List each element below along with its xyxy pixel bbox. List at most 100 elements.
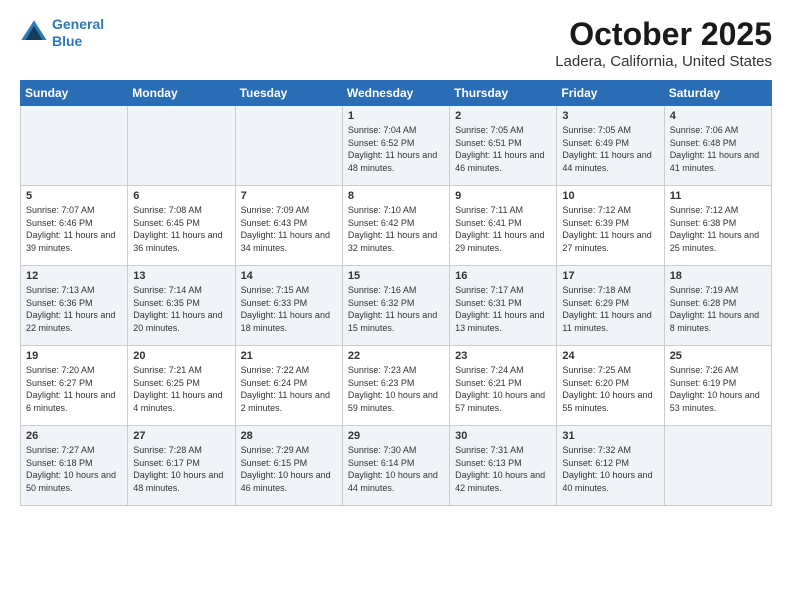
col-thursday: Thursday — [450, 81, 557, 106]
calendar-week-5: 26 Sunrise: 7:27 AM Sunset: 6:18 PM Dayli… — [21, 426, 772, 506]
day-number: 7 — [241, 190, 337, 202]
calendar-cell: 2Sunrise: 7:05 AM Sunset: 6:51 PM Daylig… — [450, 106, 557, 186]
calendar-cell — [21, 106, 128, 186]
calendar-cell: 9 Sunrise: 7:11 AM Sunset: 6:41 PM Daylig… — [450, 186, 557, 266]
day-number: 29 — [348, 430, 444, 442]
day-number: 6 — [133, 190, 229, 202]
calendar-cell — [664, 426, 771, 506]
logo: General Blue — [20, 16, 104, 50]
day-number: 8 — [348, 190, 444, 202]
calendar-cell — [235, 106, 342, 186]
day-info: Sunrise: 7:17 AM Sunset: 6:31 PM Dayligh… — [455, 284, 551, 334]
day-info: Sunrise: 7:25 AM Sunset: 6:20 PM Dayligh… — [562, 364, 658, 414]
day-number: 3 — [562, 110, 658, 122]
day-number: 26 — [26, 430, 122, 442]
col-wednesday: Wednesday — [342, 81, 449, 106]
calendar-cell: 29 Sunrise: 7:30 AM Sunset: 6:14 PM Dayli… — [342, 426, 449, 506]
page-container: General Blue October 2025 Ladera, Califo… — [0, 0, 792, 516]
calendar-cell: 1 Sunrise: 7:04 AM Sunset: 6:52 PM Daylig… — [342, 106, 449, 186]
calendar-cell: 6Sunrise: 7:08 AM Sunset: 6:45 PM Daylig… — [128, 186, 235, 266]
day-info: Sunrise: 7:20 AM Sunset: 6:27 PM Dayligh… — [26, 364, 122, 414]
calendar-week-4: 19 Sunrise: 7:20 AM Sunset: 6:27 PM Dayli… — [21, 346, 772, 426]
day-info: Sunrise: 7:27 AM Sunset: 6:18 PM Dayligh… — [26, 444, 122, 494]
calendar-cell — [128, 106, 235, 186]
day-info: Sunrise: 7:19 AM Sunset: 6:28 PM Dayligh… — [670, 284, 766, 334]
day-number: 23 — [455, 350, 551, 362]
day-number: 14 — [241, 270, 337, 282]
day-info: Sunrise: 7:09 AM Sunset: 6:43 PM Dayligh… — [241, 204, 337, 254]
day-number: 9 — [455, 190, 551, 202]
day-info: Sunrise: 7:12 AM Sunset: 6:38 PM Dayligh… — [670, 204, 766, 254]
day-info: Sunrise: 7:31 AM Sunset: 6:13 PM Dayligh… — [455, 444, 551, 494]
calendar-cell: 20Sunrise: 7:21 AM Sunset: 6:25 PM Dayli… — [128, 346, 235, 426]
day-info: Sunrise: 7:24 AM Sunset: 6:21 PM Dayligh… — [455, 364, 551, 414]
calendar-cell: 12 Sunrise: 7:13 AM Sunset: 6:36 PM Dayli… — [21, 266, 128, 346]
calendar-table: Sunday Monday Tuesday Wednesday Thursday… — [20, 80, 772, 506]
calendar-cell: 31Sunrise: 7:32 AM Sunset: 6:12 PM Dayli… — [557, 426, 664, 506]
day-info: Sunrise: 7:32 AM Sunset: 6:12 PM Dayligh… — [562, 444, 658, 494]
day-number: 30 — [455, 430, 551, 442]
day-info: Sunrise: 7:06 AM Sunset: 6:48 PM Dayligh… — [670, 124, 766, 174]
day-info: Sunrise: 7:30 AM Sunset: 6:14 PM Dayligh… — [348, 444, 444, 494]
day-number: 12 — [26, 270, 122, 282]
calendar-cell: 14 Sunrise: 7:15 AM Sunset: 6:33 PM Dayli… — [235, 266, 342, 346]
calendar-cell: 28 Sunrise: 7:29 AM Sunset: 6:15 PM Dayli… — [235, 426, 342, 506]
calendar-cell: 17 Sunrise: 7:18 AM Sunset: 6:29 PM Dayli… — [557, 266, 664, 346]
day-number: 11 — [670, 190, 766, 202]
day-number: 2 — [455, 110, 551, 122]
day-number: 24 — [562, 350, 658, 362]
day-info: Sunrise: 7:26 AM Sunset: 6:19 PM Dayligh… — [670, 364, 766, 414]
calendar-header: Sunday Monday Tuesday Wednesday Thursday… — [21, 81, 772, 106]
day-number: 19 — [26, 350, 122, 362]
day-number: 1 — [348, 110, 444, 122]
day-number: 18 — [670, 270, 766, 282]
day-info: Sunrise: 7:13 AM Sunset: 6:36 PM Dayligh… — [26, 284, 122, 334]
day-info: Sunrise: 7:11 AM Sunset: 6:41 PM Dayligh… — [455, 204, 551, 254]
day-info: Sunrise: 7:12 AM Sunset: 6:39 PM Dayligh… — [562, 204, 658, 254]
logo-line1: General — [52, 16, 104, 32]
calendar-week-2: 5Sunrise: 7:07 AM Sunset: 6:46 PM Daylig… — [21, 186, 772, 266]
day-number: 21 — [241, 350, 337, 362]
page-subtitle: Ladera, California, United States — [555, 53, 772, 70]
calendar-cell: 19 Sunrise: 7:20 AM Sunset: 6:27 PM Dayli… — [21, 346, 128, 426]
day-number: 17 — [562, 270, 658, 282]
page-title: October 2025 — [555, 16, 772, 53]
day-number: 4 — [670, 110, 766, 122]
logo-text: General Blue — [52, 16, 104, 50]
calendar-cell: 23 Sunrise: 7:24 AM Sunset: 6:21 PM Dayli… — [450, 346, 557, 426]
day-info: Sunrise: 7:23 AM Sunset: 6:23 PM Dayligh… — [348, 364, 444, 414]
header: General Blue October 2025 Ladera, Califo… — [20, 16, 772, 70]
day-info: Sunrise: 7:07 AM Sunset: 6:46 PM Dayligh… — [26, 204, 122, 254]
calendar-cell: 13 Sunrise: 7:14 AM Sunset: 6:35 PM Dayli… — [128, 266, 235, 346]
calendar-body: 1 Sunrise: 7:04 AM Sunset: 6:52 PM Daylig… — [21, 106, 772, 506]
col-saturday: Saturday — [664, 81, 771, 106]
calendar-cell: 11 Sunrise: 7:12 AM Sunset: 6:38 PM Dayli… — [664, 186, 771, 266]
calendar-cell: 7 Sunrise: 7:09 AM Sunset: 6:43 PM Daylig… — [235, 186, 342, 266]
col-sunday: Sunday — [21, 81, 128, 106]
day-number: 28 — [241, 430, 337, 442]
day-number: 10 — [562, 190, 658, 202]
day-number: 15 — [348, 270, 444, 282]
day-number: 25 — [670, 350, 766, 362]
day-info: Sunrise: 7:28 AM Sunset: 6:17 PM Dayligh… — [133, 444, 229, 494]
day-info: Sunrise: 7:22 AM Sunset: 6:24 PM Dayligh… — [241, 364, 337, 414]
calendar-cell: 27Sunrise: 7:28 AM Sunset: 6:17 PM Dayli… — [128, 426, 235, 506]
day-info: Sunrise: 7:04 AM Sunset: 6:52 PM Dayligh… — [348, 124, 444, 174]
calendar-cell: 22 Sunrise: 7:23 AM Sunset: 6:23 PM Dayli… — [342, 346, 449, 426]
calendar-cell: 16Sunrise: 7:17 AM Sunset: 6:31 PM Dayli… — [450, 266, 557, 346]
day-number: 22 — [348, 350, 444, 362]
calendar-cell: 30 Sunrise: 7:31 AM Sunset: 6:13 PM Dayli… — [450, 426, 557, 506]
day-info: Sunrise: 7:29 AM Sunset: 6:15 PM Dayligh… — [241, 444, 337, 494]
calendar-cell: 15Sunrise: 7:16 AM Sunset: 6:32 PM Dayli… — [342, 266, 449, 346]
calendar-cell: 5Sunrise: 7:07 AM Sunset: 6:46 PM Daylig… — [21, 186, 128, 266]
day-info: Sunrise: 7:14 AM Sunset: 6:35 PM Dayligh… — [133, 284, 229, 334]
calendar-cell: 4 Sunrise: 7:06 AM Sunset: 6:48 PM Daylig… — [664, 106, 771, 186]
day-info: Sunrise: 7:18 AM Sunset: 6:29 PM Dayligh… — [562, 284, 658, 334]
logo-icon — [20, 19, 48, 47]
day-info: Sunrise: 7:15 AM Sunset: 6:33 PM Dayligh… — [241, 284, 337, 334]
calendar-cell: 21 Sunrise: 7:22 AM Sunset: 6:24 PM Dayli… — [235, 346, 342, 426]
day-info: Sunrise: 7:10 AM Sunset: 6:42 PM Dayligh… — [348, 204, 444, 254]
day-number: 20 — [133, 350, 229, 362]
calendar-cell: 25 Sunrise: 7:26 AM Sunset: 6:19 PM Dayli… — [664, 346, 771, 426]
day-number: 13 — [133, 270, 229, 282]
